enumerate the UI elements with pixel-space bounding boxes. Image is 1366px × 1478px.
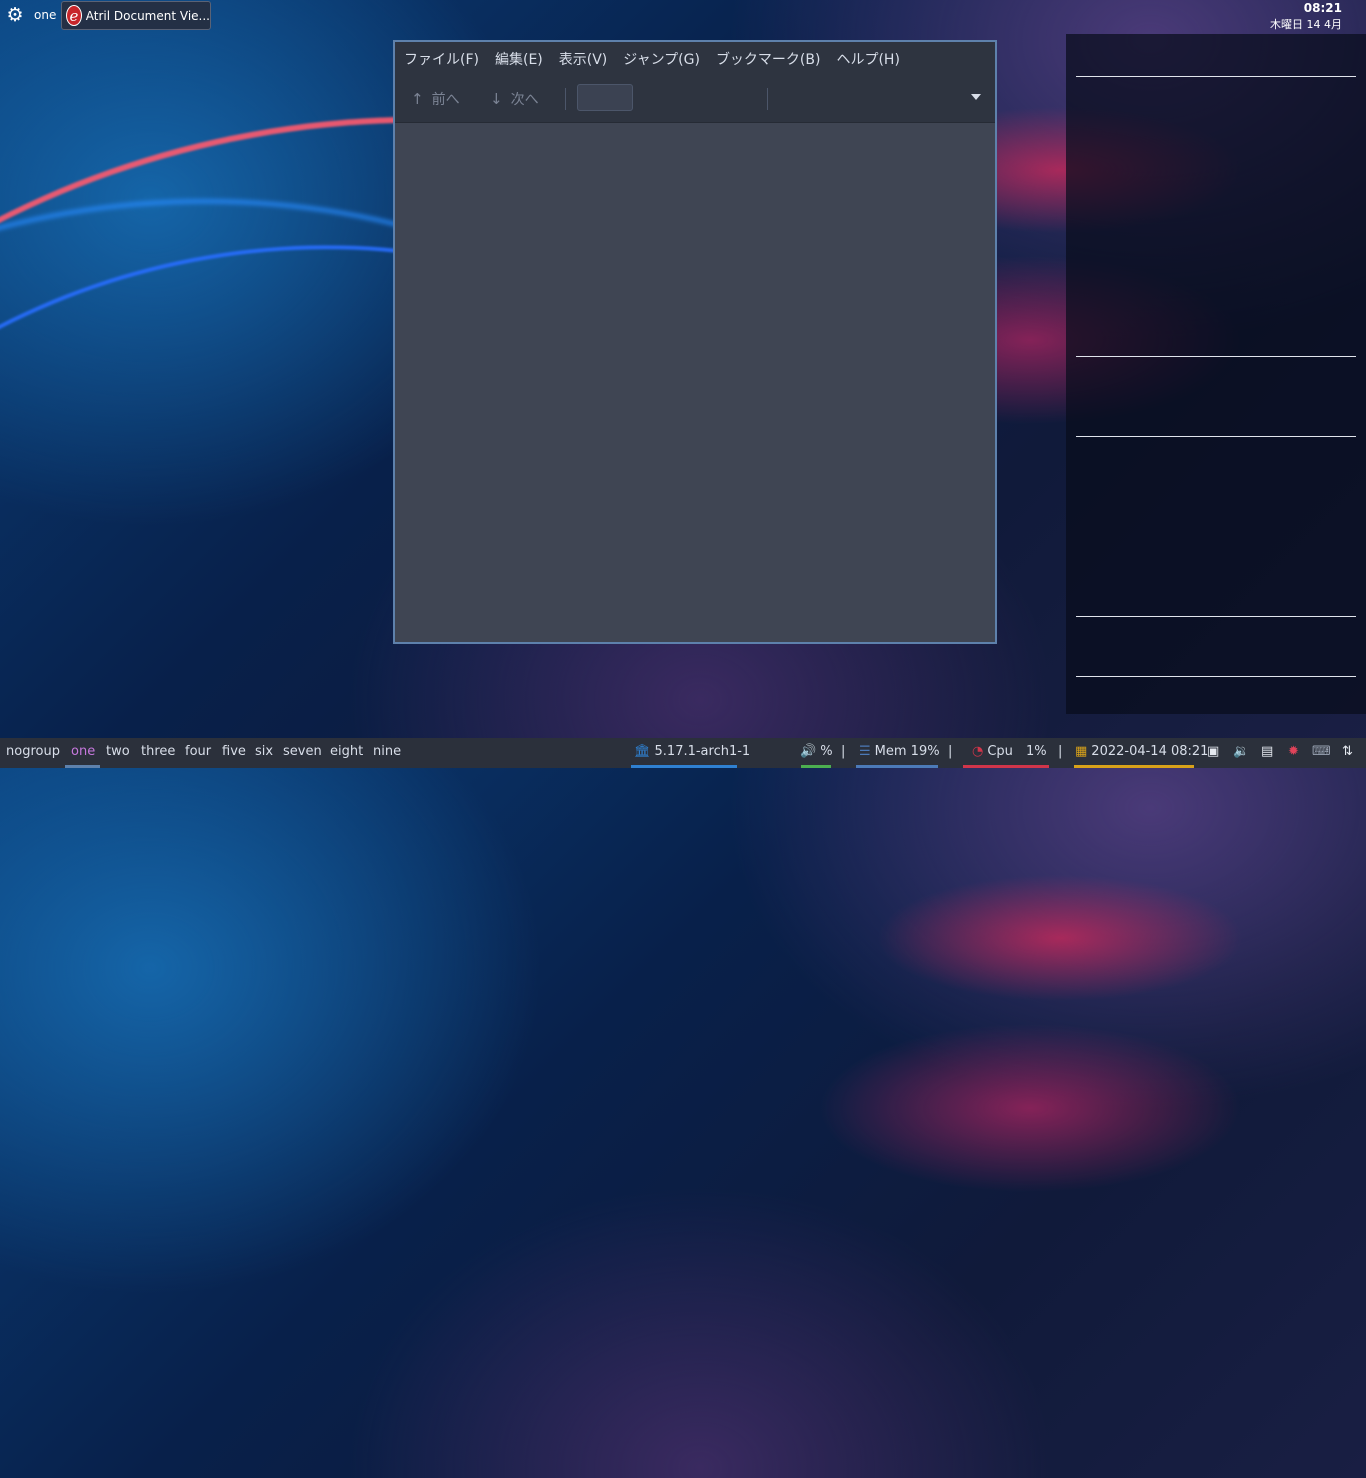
workspace-two[interactable]: two — [106, 744, 130, 759]
gauge-icon: ◔ — [972, 744, 984, 759]
zoom-dropdown-icon[interactable] — [971, 94, 981, 100]
bottom-bar: nogroup one two three four five six seve… — [0, 738, 1366, 768]
menu-bookmarks[interactable]: ブックマーク(B) — [716, 49, 821, 69]
volume-value: % — [820, 744, 833, 759]
bank-icon: 🏛 — [634, 744, 651, 759]
cpu-widget: ◔ Cpu — [972, 744, 1013, 759]
menu-help[interactable]: ヘルプ(H) — [836, 49, 899, 69]
prev-page-button[interactable]: ↑ 前へ — [411, 87, 460, 111]
workspace-nogroup[interactable]: nogroup — [6, 744, 60, 759]
menu-file[interactable]: ファイル(F) — [404, 49, 479, 69]
toolbar-separator — [565, 88, 566, 110]
clock[interactable]: 08:21 木曜日 14 4月 — [1270, 1, 1342, 32]
menu-bar: ファイル(F) 編集(E) 表示(V) ジャンプ(G) ブックマーク(B) ヘル… — [395, 42, 995, 76]
memory-icon: ☰ — [859, 744, 871, 759]
workspace-nine[interactable]: nine — [373, 744, 401, 759]
atril-window: ファイル(F) 編集(E) 表示(V) ジャンプ(G) ブックマーク(B) ヘル… — [393, 40, 997, 644]
keyboard-tray-icon[interactable]: ⌨ — [1312, 744, 1331, 759]
bug-tray-icon[interactable]: ✹ — [1288, 744, 1299, 759]
workspace-four[interactable]: four — [185, 744, 211, 759]
clipboard-tray-icon[interactable]: ▤ — [1261, 744, 1273, 759]
panel-divider — [1076, 436, 1356, 437]
separator: | — [1058, 744, 1063, 759]
gear-icon[interactable]: ⚙ — [5, 5, 25, 25]
volume-widget[interactable]: 🔊% — [800, 744, 833, 759]
current-workspace-label: one — [34, 8, 57, 22]
taskbar-item-title: Atril Document Vie... — [85, 8, 210, 23]
date-widget[interactable]: ▦ 2022-04-14 08:21 — [1075, 744, 1208, 759]
separator: | — [841, 744, 846, 759]
atril-app-icon: e — [66, 5, 82, 26]
workspace-six[interactable]: six — [255, 744, 273, 759]
next-page-label: 次へ — [510, 92, 539, 108]
menu-edit[interactable]: 編集(E) — [495, 49, 543, 69]
workspace-five[interactable]: five — [222, 744, 246, 759]
date-value: 2022-04-14 08:21 — [1091, 744, 1209, 759]
cpu-label: Cpu — [987, 744, 1013, 759]
arrow-up-icon: ↑ — [411, 90, 424, 108]
network-tray-icon[interactable]: ⇅ — [1342, 744, 1353, 759]
speaker-icon: 🔊 — [800, 744, 817, 759]
clock-time: 08:21 — [1303, 1, 1342, 15]
toolbar: ↑ 前へ ↓ 次へ — [395, 76, 995, 123]
workspace-three[interactable]: three — [141, 744, 175, 759]
kernel-widget: 🏛 5.17.1-arch1-1 — [634, 744, 750, 759]
next-page-button[interactable]: ↓ 次へ — [490, 87, 539, 111]
panel-divider — [1076, 76, 1356, 77]
separator: | — [948, 744, 953, 759]
cpu-value: 1% — [1026, 744, 1047, 759]
memory-value: Mem 19% — [874, 744, 940, 759]
taskbar-item-atril[interactable]: e Atril Document Vie... — [61, 1, 211, 30]
image-viewer-tray-icon[interactable]: ▣ — [1207, 744, 1219, 759]
panel-divider — [1076, 616, 1356, 617]
page-number-input[interactable] — [577, 84, 633, 111]
menu-view[interactable]: 表示(V) — [559, 49, 608, 69]
workspace-one[interactable]: one — [71, 744, 95, 759]
top-bar: ⚙ one e Atril Document Vie... 08:21 木曜日 … — [0, 0, 1366, 32]
kernel-version: 5.17.1-arch1-1 — [654, 744, 751, 759]
calendar-icon: ▦ — [1075, 744, 1088, 759]
menu-go[interactable]: ジャンプ(G) — [623, 49, 700, 69]
workspace-seven[interactable]: seven — [283, 744, 322, 759]
document-view[interactable] — [395, 123, 995, 642]
toolbar-separator — [767, 88, 768, 110]
arrow-down-icon: ↓ — [490, 90, 503, 108]
panel-divider — [1076, 676, 1356, 677]
volume-tray-icon[interactable]: 🔉 — [1233, 744, 1249, 759]
prev-page-label: 前へ — [431, 92, 460, 108]
workspace-eight[interactable]: eight — [330, 744, 363, 759]
clock-date: 木曜日 14 4月 — [1270, 18, 1342, 31]
memory-widget: ☰ Mem 19% — [859, 744, 940, 759]
conky-panel — [1066, 34, 1366, 714]
panel-divider — [1076, 356, 1356, 357]
